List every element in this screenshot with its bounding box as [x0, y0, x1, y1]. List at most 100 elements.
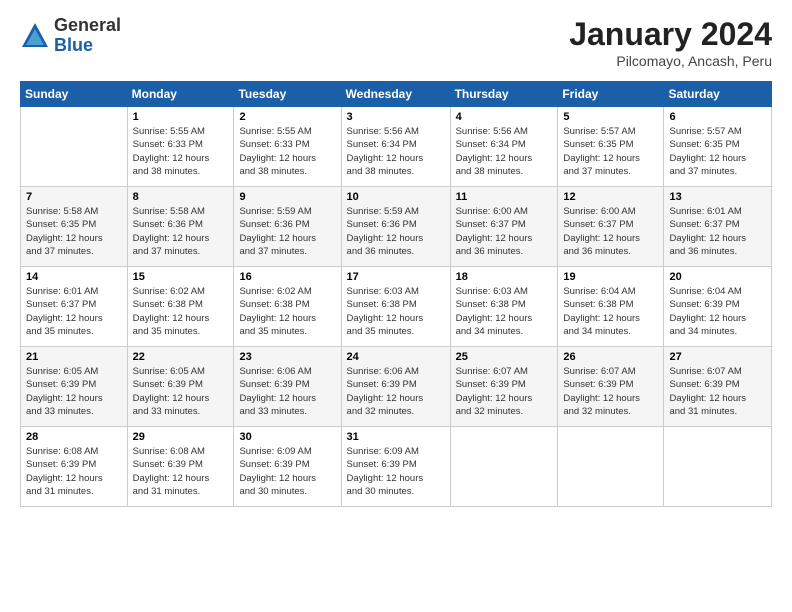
- calendar-cell: 29 Sunrise: 6:08 AM Sunset: 6:39 PM Dayli…: [127, 427, 234, 507]
- day-number: 4: [456, 111, 553, 123]
- calendar-week-row: 28 Sunrise: 6:08 AM Sunset: 6:39 PM Dayli…: [21, 427, 772, 507]
- day-info: Sunrise: 6:00 AM Sunset: 6:37 PM Dayligh…: [456, 205, 553, 258]
- calendar-title: January 2024: [569, 16, 772, 53]
- calendar-week-row: 21Sunrise: 6:05 AM Sunset: 6:39 PM Dayli…: [21, 347, 772, 427]
- day-info: Sunrise: 6:02 AM Sunset: 6:38 PM Dayligh…: [239, 285, 335, 338]
- calendar-cell: 14Sunrise: 6:01 AM Sunset: 6:37 PM Dayli…: [21, 267, 128, 347]
- day-number: 29: [133, 431, 229, 443]
- day-number: 8: [133, 191, 229, 203]
- page: General Blue January 2024 Pilcomayo, Anc…: [0, 0, 792, 612]
- header: General Blue January 2024 Pilcomayo, Anc…: [20, 16, 772, 69]
- day-info: Sunrise: 5:58 AM Sunset: 6:36 PM Dayligh…: [133, 205, 229, 258]
- day-info: Sunrise: 6:03 AM Sunset: 6:38 PM Dayligh…: [456, 285, 553, 338]
- day-number: 17: [347, 271, 445, 283]
- logo: General Blue: [20, 16, 121, 56]
- day-info: Sunrise: 5:57 AM Sunset: 6:35 PM Dayligh…: [563, 125, 658, 178]
- day-number: 12: [563, 191, 658, 203]
- calendar-cell: 7 Sunrise: 5:58 AM Sunset: 6:35 PM Daylig…: [21, 187, 128, 267]
- day-number: 19: [563, 271, 658, 283]
- day-number: 21: [26, 351, 122, 363]
- day-info: Sunrise: 6:00 AM Sunset: 6:37 PM Dayligh…: [563, 205, 658, 258]
- day-info: Sunrise: 5:56 AM Sunset: 6:34 PM Dayligh…: [456, 125, 553, 178]
- calendar-cell: 1 Sunrise: 5:55 AM Sunset: 6:33 PM Daylig…: [127, 107, 234, 187]
- day-info: Sunrise: 6:08 AM Sunset: 6:39 PM Dayligh…: [133, 445, 229, 498]
- calendar-cell: 2 Sunrise: 5:55 AM Sunset: 6:33 PM Daylig…: [234, 107, 341, 187]
- calendar-cell: 18 Sunrise: 6:03 AM Sunset: 6:38 PM Dayli…: [450, 267, 558, 347]
- calendar-cell: 17 Sunrise: 6:03 AM Sunset: 6:38 PM Dayli…: [341, 267, 450, 347]
- calendar-week-row: 1 Sunrise: 5:55 AM Sunset: 6:33 PM Daylig…: [21, 107, 772, 187]
- day-info: Sunrise: 6:04 AM Sunset: 6:39 PM Dayligh…: [669, 285, 766, 338]
- weekday-header: Saturday: [664, 82, 772, 107]
- weekday-header: Friday: [558, 82, 664, 107]
- day-number: 6: [669, 111, 766, 123]
- calendar-cell: 24Sunrise: 6:06 AM Sunset: 6:39 PM Dayli…: [341, 347, 450, 427]
- day-info: Sunrise: 6:07 AM Sunset: 6:39 PM Dayligh…: [669, 365, 766, 418]
- calendar-week-row: 14Sunrise: 6:01 AM Sunset: 6:37 PM Dayli…: [21, 267, 772, 347]
- calendar-cell: 21Sunrise: 6:05 AM Sunset: 6:39 PM Dayli…: [21, 347, 128, 427]
- calendar-cell: 3Sunrise: 5:56 AM Sunset: 6:34 PM Daylig…: [341, 107, 450, 187]
- day-number: 9: [239, 191, 335, 203]
- logo-icon: [20, 21, 50, 51]
- calendar-cell: 30Sunrise: 6:09 AM Sunset: 6:39 PM Dayli…: [234, 427, 341, 507]
- calendar-cell: 23Sunrise: 6:06 AM Sunset: 6:39 PM Dayli…: [234, 347, 341, 427]
- calendar-cell: 22Sunrise: 6:05 AM Sunset: 6:39 PM Dayli…: [127, 347, 234, 427]
- day-number: 18: [456, 271, 553, 283]
- calendar-cell: 12 Sunrise: 6:00 AM Sunset: 6:37 PM Dayli…: [558, 187, 664, 267]
- calendar-cell: [664, 427, 772, 507]
- day-number: 1: [133, 111, 229, 123]
- weekday-header: Thursday: [450, 82, 558, 107]
- logo-general-text: General: [54, 15, 121, 35]
- calendar-cell: [558, 427, 664, 507]
- day-number: 20: [669, 271, 766, 283]
- day-number: 28: [26, 431, 122, 443]
- day-number: 2: [239, 111, 335, 123]
- day-number: 22: [133, 351, 229, 363]
- calendar-cell: 16 Sunrise: 6:02 AM Sunset: 6:38 PM Dayli…: [234, 267, 341, 347]
- day-info: Sunrise: 5:55 AM Sunset: 6:33 PM Dayligh…: [133, 125, 229, 178]
- day-info: Sunrise: 6:02 AM Sunset: 6:38 PM Dayligh…: [133, 285, 229, 338]
- day-number: 5: [563, 111, 658, 123]
- day-info: Sunrise: 6:06 AM Sunset: 6:39 PM Dayligh…: [239, 365, 335, 418]
- day-number: 16: [239, 271, 335, 283]
- calendar-header-row: SundayMondayTuesdayWednesdayThursdayFrid…: [21, 82, 772, 107]
- calendar-cell: 6Sunrise: 5:57 AM Sunset: 6:35 PM Daylig…: [664, 107, 772, 187]
- day-info: Sunrise: 6:03 AM Sunset: 6:38 PM Dayligh…: [347, 285, 445, 338]
- title-block: January 2024 Pilcomayo, Ancash, Peru: [569, 16, 772, 69]
- day-info: Sunrise: 5:58 AM Sunset: 6:35 PM Dayligh…: [26, 205, 122, 258]
- calendar-cell: 20 Sunrise: 6:04 AM Sunset: 6:39 PM Dayli…: [664, 267, 772, 347]
- day-info: Sunrise: 5:55 AM Sunset: 6:33 PM Dayligh…: [239, 125, 335, 178]
- calendar-cell: 26 Sunrise: 6:07 AM Sunset: 6:39 PM Dayli…: [558, 347, 664, 427]
- day-info: Sunrise: 5:56 AM Sunset: 6:34 PM Dayligh…: [347, 125, 445, 178]
- calendar-cell: 10 Sunrise: 5:59 AM Sunset: 6:36 PM Dayli…: [341, 187, 450, 267]
- weekday-header: Sunday: [21, 82, 128, 107]
- day-info: Sunrise: 6:04 AM Sunset: 6:38 PM Dayligh…: [563, 285, 658, 338]
- day-info: Sunrise: 6:06 AM Sunset: 6:39 PM Dayligh…: [347, 365, 445, 418]
- day-info: Sunrise: 5:59 AM Sunset: 6:36 PM Dayligh…: [347, 205, 445, 258]
- calendar-table: SundayMondayTuesdayWednesdayThursdayFrid…: [20, 81, 772, 507]
- calendar-cell: 27Sunrise: 6:07 AM Sunset: 6:39 PM Dayli…: [664, 347, 772, 427]
- calendar-cell: [21, 107, 128, 187]
- day-number: 14: [26, 271, 122, 283]
- calendar-cell: 25Sunrise: 6:07 AM Sunset: 6:39 PM Dayli…: [450, 347, 558, 427]
- calendar-week-row: 7 Sunrise: 5:58 AM Sunset: 6:35 PM Daylig…: [21, 187, 772, 267]
- day-info: Sunrise: 5:59 AM Sunset: 6:36 PM Dayligh…: [239, 205, 335, 258]
- day-info: Sunrise: 6:01 AM Sunset: 6:37 PM Dayligh…: [669, 205, 766, 258]
- day-number: 7: [26, 191, 122, 203]
- day-number: 31: [347, 431, 445, 443]
- day-info: Sunrise: 6:08 AM Sunset: 6:39 PM Dayligh…: [26, 445, 122, 498]
- calendar-subtitle: Pilcomayo, Ancash, Peru: [569, 53, 772, 69]
- calendar-cell: 5 Sunrise: 5:57 AM Sunset: 6:35 PM Daylig…: [558, 107, 664, 187]
- calendar-cell: 15 Sunrise: 6:02 AM Sunset: 6:38 PM Dayli…: [127, 267, 234, 347]
- calendar-cell: 31Sunrise: 6:09 AM Sunset: 6:39 PM Dayli…: [341, 427, 450, 507]
- calendar-cell: 4 Sunrise: 5:56 AM Sunset: 6:34 PM Daylig…: [450, 107, 558, 187]
- day-number: 26: [563, 351, 658, 363]
- logo-blue-text: Blue: [54, 35, 93, 55]
- day-info: Sunrise: 6:09 AM Sunset: 6:39 PM Dayligh…: [239, 445, 335, 498]
- calendar-cell: 13Sunrise: 6:01 AM Sunset: 6:37 PM Dayli…: [664, 187, 772, 267]
- weekday-header: Tuesday: [234, 82, 341, 107]
- weekday-header: Wednesday: [341, 82, 450, 107]
- day-number: 15: [133, 271, 229, 283]
- day-number: 10: [347, 191, 445, 203]
- calendar-cell: 19 Sunrise: 6:04 AM Sunset: 6:38 PM Dayli…: [558, 267, 664, 347]
- day-info: Sunrise: 6:07 AM Sunset: 6:39 PM Dayligh…: [563, 365, 658, 418]
